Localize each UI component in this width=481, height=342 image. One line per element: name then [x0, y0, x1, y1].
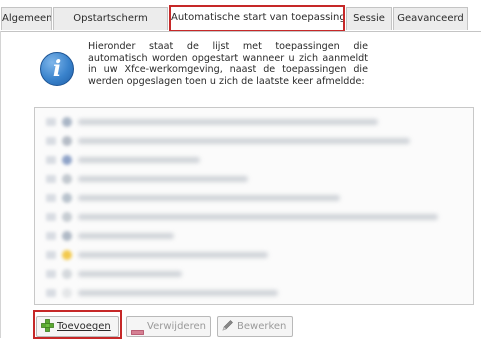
pencil-icon — [222, 319, 234, 331]
add-button[interactable]: Toevoegen — [36, 316, 119, 337]
checkbox[interactable] — [46, 156, 56, 164]
checkbox[interactable] — [46, 213, 56, 221]
remove-button-label: Verwijderen — [147, 321, 206, 332]
application-description — [78, 233, 174, 239]
tab-advanced[interactable]: Geavanceerd — [393, 7, 468, 30]
application-description — [78, 252, 268, 258]
tab-bar: Algemeen Opstartscherm Automatische star… — [0, 0, 481, 32]
application-icon — [62, 250, 72, 260]
intro-text: Hieronder staat de lijst met toepassinge… — [88, 41, 368, 87]
application-description — [78, 214, 438, 220]
checkbox[interactable] — [46, 270, 56, 278]
remove-button[interactable]: Verwijderen — [126, 316, 211, 337]
list-item[interactable] — [35, 207, 473, 225]
intro-line: in uw Xfce-werkomgeving, naast de toepas… — [88, 64, 368, 75]
application-icon — [62, 212, 72, 222]
checkbox[interactable] — [46, 137, 56, 145]
tab-splash-screen[interactable]: Opstartscherm — [53, 7, 168, 30]
application-icon — [62, 155, 72, 165]
list-item[interactable] — [35, 112, 473, 130]
list-item[interactable] — [35, 226, 473, 244]
application-icon — [62, 174, 72, 184]
checkbox[interactable] — [46, 118, 56, 126]
tab-general-label: Algemeen — [2, 13, 52, 24]
list-item[interactable] — [35, 245, 473, 263]
application-description — [78, 195, 340, 201]
checkbox[interactable] — [46, 194, 56, 202]
checkbox[interactable] — [46, 175, 56, 183]
list-item[interactable] — [35, 283, 473, 301]
list-item[interactable] — [35, 264, 473, 282]
info-icon: i — [40, 52, 74, 86]
panel-left-border — [0, 31, 1, 338]
intro-line: automatisch worden opgestart wanneer u z… — [88, 52, 368, 64]
application-icon — [62, 269, 72, 279]
application-icon — [62, 136, 72, 146]
checkbox[interactable] — [46, 232, 56, 240]
list-item[interactable] — [35, 169, 473, 187]
edit-button[interactable]: Bewerken — [217, 316, 293, 337]
application-icon — [62, 231, 72, 241]
list-item[interactable] — [35, 131, 473, 149]
application-icon — [62, 288, 72, 298]
application-description — [78, 138, 410, 144]
minus-icon — [131, 323, 144, 335]
application-icon — [62, 117, 72, 127]
checkbox[interactable] — [46, 289, 56, 297]
tab-splash-screen-label: Opstartscherm — [73, 13, 148, 24]
application-description — [78, 157, 200, 163]
application-description — [78, 176, 248, 182]
tab-session[interactable]: Sessie — [346, 7, 392, 30]
tab-session-label: Sessie — [353, 13, 385, 24]
intro-line: Hieronder staat de lijst met toepassinge… — [88, 41, 368, 52]
tab-general[interactable]: Algemeen — [1, 7, 52, 30]
autostart-application-list[interactable] — [34, 107, 474, 305]
application-description — [78, 290, 278, 296]
add-button-label: Toevoegen — [57, 321, 111, 332]
tab-application-autostart-label: Automatische start van toepassing — [171, 12, 345, 23]
checkbox[interactable] — [46, 251, 56, 259]
list-item[interactable] — [35, 150, 473, 168]
list-item[interactable] — [35, 188, 473, 206]
intro-line: werden opgeslagen toen u zich de laatste… — [88, 75, 365, 87]
application-icon — [62, 193, 72, 203]
application-description — [78, 119, 378, 125]
tab-advanced-label: Geavanceerd — [397, 13, 464, 24]
tab-application-autostart[interactable]: Automatische start van toepassing — [170, 6, 345, 31]
application-description — [78, 271, 182, 277]
edit-button-label: Bewerken — [237, 321, 287, 332]
tab-underline — [0, 31, 481, 32]
plus-icon — [41, 318, 54, 332]
